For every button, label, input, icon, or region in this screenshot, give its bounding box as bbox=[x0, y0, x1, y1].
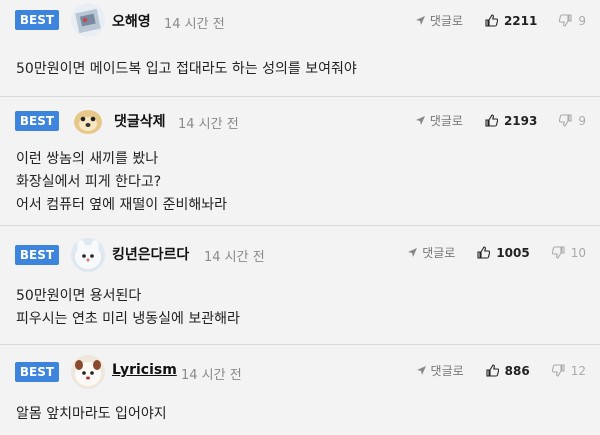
like-count: 1005 bbox=[496, 245, 530, 260]
like-button[interactable]: 1005 bbox=[477, 245, 530, 260]
dislike-button[interactable]: 9 bbox=[559, 114, 586, 128]
comment-text: 50만원이면 메이드복 입고 접대라도 하는 성의를 보여줘야 bbox=[16, 58, 584, 81]
thumbs-up-icon bbox=[485, 14, 498, 27]
comment-line: 이런 쌍놈의 새끼를 봤나 bbox=[16, 151, 159, 167]
comment-header: BEST 오해영 14 시간 전 댓글로 2211 9 bbox=[0, 0, 600, 48]
thumbs-up-icon bbox=[477, 246, 491, 259]
like-button[interactable]: 2193 bbox=[485, 114, 537, 128]
reply-button[interactable]: 댓글로 bbox=[407, 244, 455, 261]
reply-button[interactable]: 댓글로 bbox=[415, 112, 463, 129]
like-button[interactable]: 2211 bbox=[485, 14, 537, 28]
comment-line: 어서 컴퓨터 옆에 재떨이 준비해놔라 bbox=[16, 197, 227, 213]
send-icon bbox=[408, 248, 418, 257]
thumbs-down-icon bbox=[559, 114, 572, 127]
comment-text: 알몸 앞치마라도 입어야지 bbox=[16, 403, 584, 426]
send-icon bbox=[415, 116, 425, 125]
thumbs-down-icon bbox=[559, 14, 572, 27]
best-badge: BEST bbox=[15, 362, 59, 382]
comment-item: BEST 댓글삭제 14 시간 전 댓글로 2193 9 이런 쌍놈의 새끼를 … bbox=[0, 97, 600, 226]
comment-header: BEST 댓글삭제 14 시간 전 댓글로 2193 9 bbox=[0, 97, 600, 145]
timestamp: 14 시간 전 bbox=[204, 250, 265, 265]
comment-line: 피우시는 연초 미리 냉동실에 보관해라 bbox=[16, 311, 240, 327]
username[interactable]: 오해영 bbox=[112, 11, 151, 31]
avatar[interactable] bbox=[71, 104, 105, 138]
best-badge: BEST bbox=[15, 245, 59, 265]
reply-label: 댓글로 bbox=[429, 114, 463, 128]
dislike-count: 12 bbox=[570, 363, 586, 378]
best-badge: BEST bbox=[15, 111, 59, 131]
timestamp: 14 시간 전 bbox=[178, 117, 239, 132]
avatar[interactable] bbox=[71, 238, 105, 272]
username[interactable]: 댓글삭제 bbox=[114, 111, 166, 131]
comment-actions: 댓글로 1005 10 bbox=[407, 244, 586, 261]
dislike-count: 9 bbox=[578, 113, 586, 128]
username[interactable]: Lyricism bbox=[112, 362, 177, 378]
comment-item: BEST 킹년은다르다 14 시간 전 댓글로 1005 10 50만원이면 용… bbox=[0, 226, 600, 345]
like-count: 2211 bbox=[503, 13, 538, 28]
thumbs-down-icon bbox=[551, 364, 565, 377]
comment-line: 50만원이면 메이드복 입고 접대라도 하는 성의를 보여줘야 bbox=[16, 61, 357, 77]
like-count: 2193 bbox=[503, 113, 538, 128]
thumbs-up-icon bbox=[486, 364, 499, 377]
timestamp: 14 시간 전 bbox=[164, 17, 225, 32]
comment-text: 이런 쌍놈의 새끼를 봤나 화장실에서 피게 한다고? 어서 컴퓨터 옆에 재떨… bbox=[16, 148, 584, 217]
best-badge: BEST bbox=[15, 10, 59, 30]
avatar[interactable] bbox=[71, 355, 105, 389]
reply-label: 댓글로 bbox=[422, 246, 456, 260]
dislike-count: 9 bbox=[578, 13, 586, 28]
comment-line: 화장실에서 피게 한다고? bbox=[16, 174, 162, 190]
comment-actions: 댓글로 2193 9 bbox=[415, 112, 586, 129]
reply-button[interactable]: 댓글로 bbox=[415, 12, 463, 29]
comment-item: BEST Lyricism 14 시간 전 댓글로 886 12 알몸 앞치마라… bbox=[0, 345, 600, 435]
dislike-button[interactable]: 10 bbox=[551, 245, 586, 260]
thumbs-up-icon bbox=[485, 114, 498, 127]
thumbs-down-icon bbox=[551, 246, 565, 259]
comment-line: 알몸 앞치마라도 입어야지 bbox=[16, 406, 167, 422]
dislike-count: 10 bbox=[570, 245, 586, 260]
avatar[interactable] bbox=[71, 3, 105, 37]
timestamp: 14 시간 전 bbox=[181, 368, 242, 383]
comment-actions: 댓글로 886 12 bbox=[416, 362, 586, 379]
send-icon bbox=[416, 366, 426, 375]
send-icon bbox=[415, 16, 425, 25]
comment-actions: 댓글로 2211 9 bbox=[415, 12, 586, 29]
comment-header: BEST Lyricism 14 시간 전 댓글로 886 12 bbox=[0, 345, 600, 393]
reply-button[interactable]: 댓글로 bbox=[416, 362, 464, 379]
dislike-button[interactable]: 9 bbox=[559, 14, 586, 28]
comment-header: BEST 킹년은다르다 14 시간 전 댓글로 1005 10 bbox=[0, 226, 600, 274]
comment-item: BEST 오해영 14 시간 전 댓글로 2211 9 50만원이면 메이드복 … bbox=[0, 0, 600, 97]
comment-line: 50만원이면 용서된다 bbox=[16, 288, 142, 304]
like-button[interactable]: 886 bbox=[486, 364, 530, 378]
username[interactable]: 킹년은다르다 bbox=[112, 244, 189, 264]
reply-label: 댓글로 bbox=[429, 14, 463, 28]
comment-text: 50만원이면 용서된다 피우시는 연초 미리 냉동실에 보관해라 bbox=[16, 285, 584, 331]
reply-label: 댓글로 bbox=[430, 364, 464, 378]
dislike-button[interactable]: 12 bbox=[551, 363, 586, 378]
like-count: 886 bbox=[504, 363, 530, 378]
